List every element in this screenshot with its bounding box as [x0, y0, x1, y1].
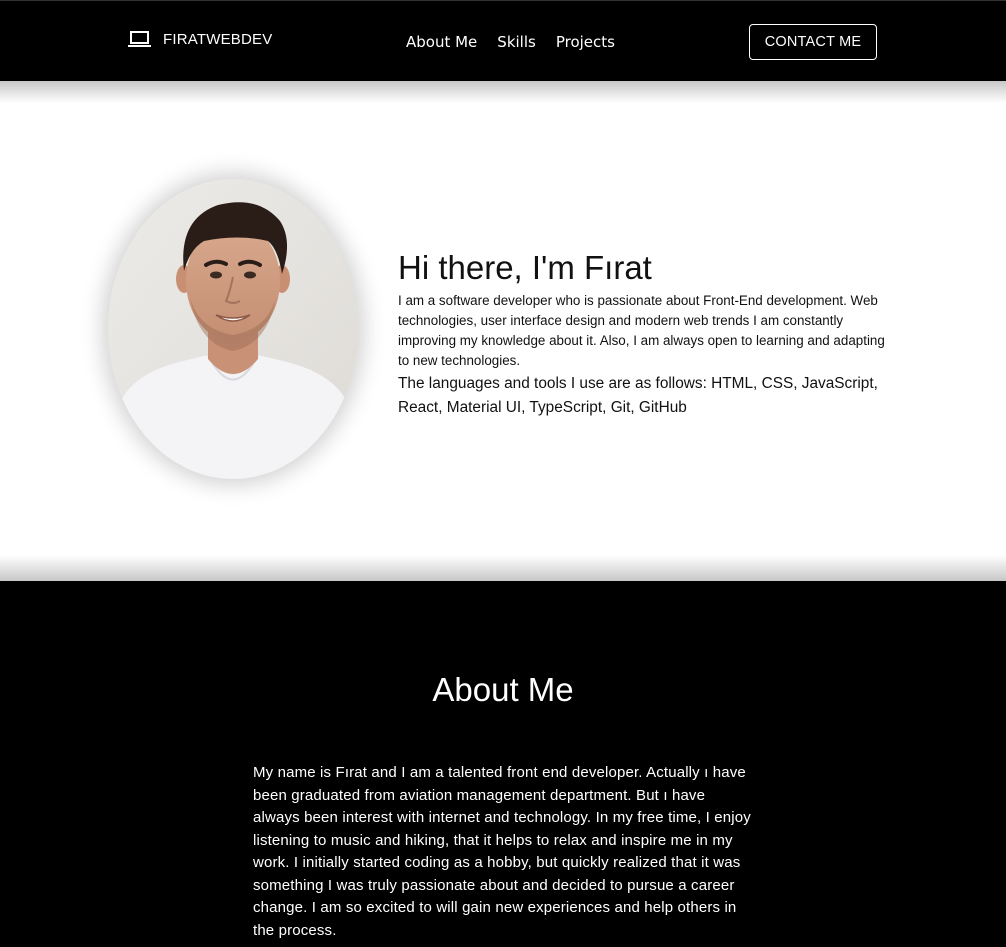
profile-photo: [108, 179, 358, 479]
about-title: About Me: [432, 671, 574, 708]
brand-logo-link[interactable]: FIRATWEBDEV: [128, 31, 272, 48]
brand-name: FIRATWEBDEV: [163, 31, 273, 48]
main-nav: About Me Skills Projects: [406, 33, 615, 51]
navbar: FIRATWEBDEV About Me Skills Projects CON…: [0, 0, 1006, 81]
hero-description: I am a software developer who is passion…: [398, 293, 885, 368]
about-text: My name is Fırat and I am a talented fro…: [253, 764, 751, 939]
nav-link-projects[interactable]: Projects: [556, 33, 615, 51]
hero-tools-list: The languages and tools I use are as fol…: [398, 375, 878, 416]
contact-me-button[interactable]: CONTACT ME: [749, 24, 877, 60]
about-section: About Me My name is Fırat and I am a tal…: [0, 581, 1006, 947]
nav-link-skills[interactable]: Skills: [497, 33, 536, 51]
hero-title: Hi there, I'm Fırat: [398, 249, 652, 286]
nav-link-about-me[interactable]: About Me: [406, 33, 477, 51]
avatar: [108, 179, 358, 479]
laptop-icon: [128, 31, 151, 48]
hero-section: Hi there, I'm Fırat I am a software deve…: [0, 81, 1006, 581]
hero-top-shadow: [0, 81, 1006, 103]
hero-bottom-shadow: [0, 555, 1006, 581]
hero-text-block: Hi there, I'm Fırat I am a software deve…: [398, 249, 888, 420]
